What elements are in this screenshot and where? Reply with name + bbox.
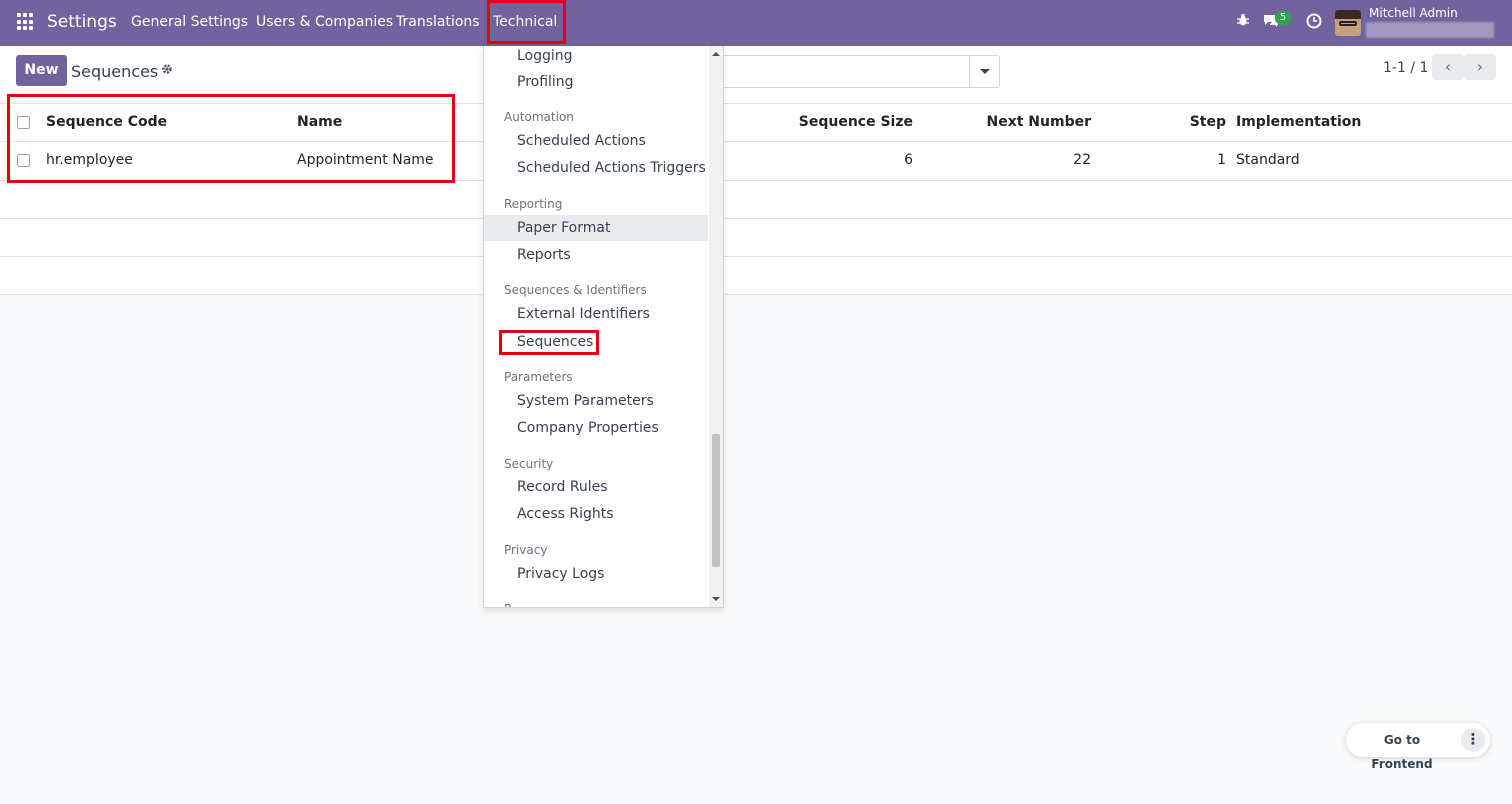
cell-next-number[interactable]: 22 xyxy=(960,152,1091,168)
page-title: Sequences xyxy=(71,62,159,81)
dropdown-scrollbar[interactable] xyxy=(709,46,723,607)
menu-item-paper-format[interactable]: Paper Format xyxy=(484,215,708,241)
new-button[interactable]: New xyxy=(16,55,67,86)
menu-item-privacy-logs[interactable]: Privacy Logs xyxy=(484,561,708,587)
section-reporting: Reporting xyxy=(504,197,563,211)
scroll-up-arrow-icon[interactable] xyxy=(712,52,720,56)
cell-implementation[interactable]: Standard xyxy=(1236,152,1300,168)
menu-item-access-rights[interactable]: Access Rights xyxy=(484,501,708,527)
column-sequence-size[interactable]: Sequence Size xyxy=(780,114,913,130)
cell-step[interactable]: 1 xyxy=(1150,152,1226,168)
section-partial: P xyxy=(504,602,511,607)
section-sequences-identifiers: Sequences & Identifiers xyxy=(504,283,647,297)
pager-value[interactable]: 1-1 / 1 xyxy=(1383,60,1428,76)
pager-previous-button[interactable]: ‹ xyxy=(1432,54,1464,80)
section-automation: Automation xyxy=(504,110,574,124)
technical-highlight-box xyxy=(487,0,566,44)
menu-item-system-parameters[interactable]: System Parameters xyxy=(484,388,708,414)
column-step[interactable]: Step xyxy=(1150,114,1226,130)
column-next-number[interactable]: Next Number xyxy=(960,114,1091,130)
debug-bug-icon[interactable] xyxy=(1234,13,1252,31)
section-privacy: Privacy xyxy=(504,543,548,557)
sequences-highlight-box xyxy=(499,330,599,355)
cell-sequence-size[interactable]: 6 xyxy=(780,152,913,168)
activity-clock-icon[interactable] xyxy=(1305,13,1323,31)
menu-general-settings[interactable]: General Settings xyxy=(131,14,248,30)
empty-row xyxy=(0,181,1512,219)
top-navbar: Settings General Settings Users & Compan… xyxy=(0,0,1512,46)
table-highlight-box xyxy=(7,94,455,183)
search-input[interactable] xyxy=(715,55,1000,88)
pager-next-button[interactable]: › xyxy=(1464,54,1496,80)
gear-icon[interactable] xyxy=(160,62,174,80)
scroll-down-arrow-icon[interactable] xyxy=(712,597,720,601)
menu-item-scheduled-actions-triggers[interactable]: Scheduled Actions Triggers xyxy=(484,155,708,181)
technical-dropdown-menu: Logging Profiling Automation Scheduled A… xyxy=(483,46,724,608)
empty-row xyxy=(0,219,1512,257)
section-parameters: Parameters xyxy=(504,370,573,384)
section-security: Security xyxy=(504,457,554,471)
menu-item-profiling[interactable]: Profiling xyxy=(484,69,708,95)
menu-item-external-identifiers[interactable]: External Identifiers xyxy=(484,301,708,327)
apps-grid-icon[interactable] xyxy=(17,13,35,31)
user-avatar[interactable] xyxy=(1335,10,1361,36)
menu-item-company-properties[interactable]: Company Properties xyxy=(484,415,708,441)
user-database-blurred xyxy=(1366,22,1494,38)
menu-translations[interactable]: Translations xyxy=(396,14,480,30)
menu-users-companies[interactable]: Users & Companies xyxy=(256,14,393,30)
column-implementation[interactable]: Implementation xyxy=(1236,114,1361,130)
user-name[interactable]: Mitchell Admin xyxy=(1369,6,1458,20)
app-brand[interactable]: Settings xyxy=(47,12,117,32)
menu-item-scheduled-actions[interactable]: Scheduled Actions xyxy=(484,128,708,154)
empty-row xyxy=(0,257,1512,295)
menu-item-record-rules[interactable]: Record Rules xyxy=(484,474,708,500)
menu-item-logging[interactable]: Logging xyxy=(484,46,708,69)
kebab-menu-icon[interactable]: ⋮ xyxy=(1461,728,1485,752)
scrollbar-thumb[interactable] xyxy=(712,434,720,567)
message-count-badge: 5 xyxy=(1275,11,1291,25)
go-to-frontend-button[interactable]: Go to Frontend xyxy=(1352,728,1452,771)
search-options-toggle[interactable] xyxy=(969,56,999,87)
menu-item-reports[interactable]: Reports xyxy=(484,242,708,268)
